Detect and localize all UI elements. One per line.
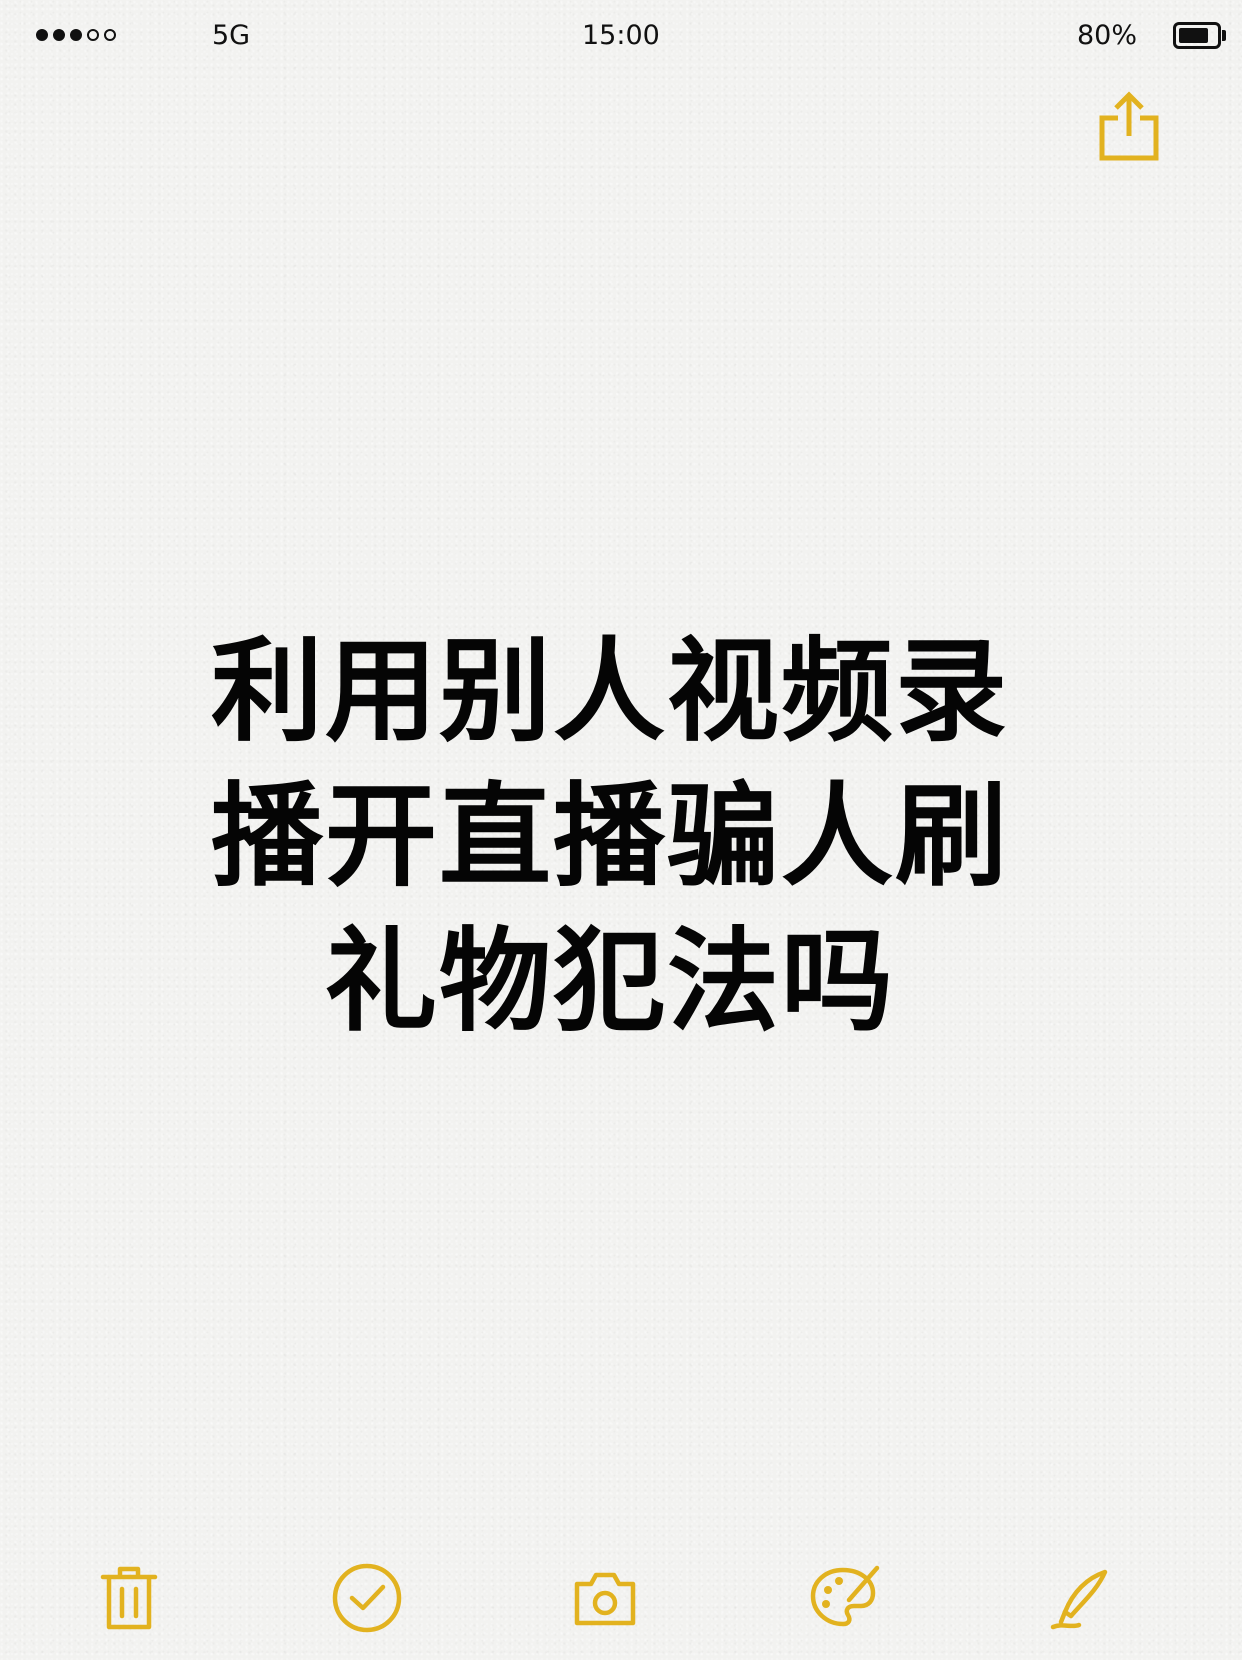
battery-percentage: 80%: [1077, 20, 1138, 51]
camera-icon: [574, 1572, 636, 1626]
camera-button[interactable]: [567, 1560, 643, 1636]
checklist-icon: [332, 1563, 402, 1633]
checklist-button[interactable]: [329, 1560, 405, 1636]
signal-dot: [53, 29, 65, 41]
signal-dot: [36, 29, 48, 41]
share-icon: [1099, 91, 1159, 161]
compose-button[interactable]: [1043, 1560, 1119, 1636]
share-button[interactable]: [1096, 90, 1162, 162]
markup-button[interactable]: [805, 1560, 881, 1636]
pen-icon: [1050, 1569, 1108, 1630]
trash-icon: [100, 1566, 158, 1630]
cellular-signal-icon: [36, 29, 116, 41]
delete-button[interactable]: [91, 1560, 167, 1636]
status-bar: 5G 15:00 80%: [0, 0, 1242, 76]
title-line: 礼物犯法吗: [325, 917, 895, 1047]
signal-dot: [87, 29, 99, 41]
note-title: 利用别人视频录 播开直播骗人刷 礼物犯法吗: [160, 620, 1060, 1055]
signal-dot: [70, 29, 82, 41]
battery-cap: [1222, 30, 1226, 41]
palette-icon: [810, 1565, 880, 1627]
title-line: 利用别人视频录: [211, 627, 1009, 757]
signal-dot: [104, 29, 116, 41]
battery-level: [1179, 28, 1208, 43]
clock: 15:00: [582, 20, 660, 51]
network-type: 5G: [212, 20, 251, 51]
battery-icon: [1173, 22, 1221, 49]
title-line: 播开直播骗人刷: [211, 772, 1009, 902]
